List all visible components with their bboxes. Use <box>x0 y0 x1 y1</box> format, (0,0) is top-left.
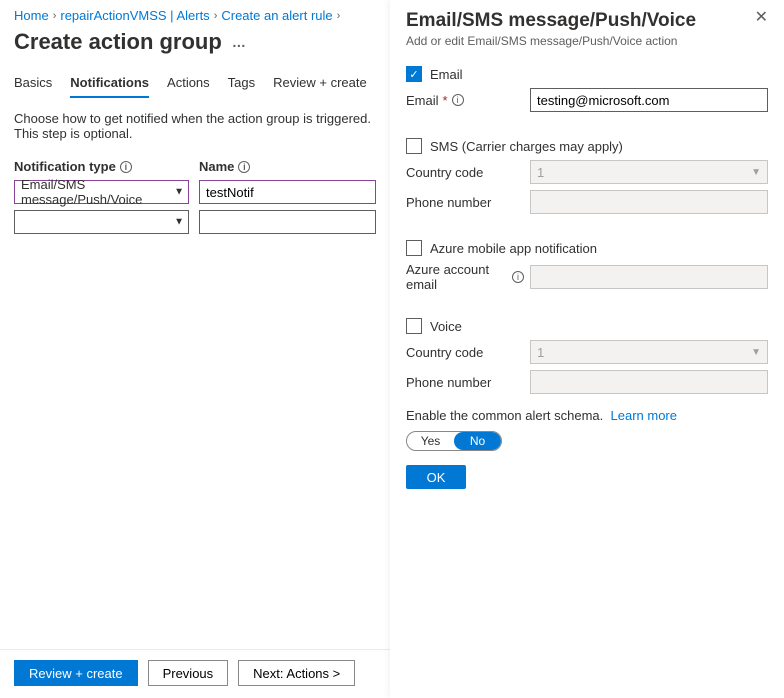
chevron-right-icon: › <box>214 10 218 22</box>
column-header-name: Namei <box>199 159 376 174</box>
voice-phone-input[interactable] <box>530 370 768 394</box>
push-label: Azure account email i <box>406 262 524 292</box>
email-checkbox-label: Email <box>430 67 463 82</box>
panel-subtitle: Add or edit Email/SMS message/Push/Voice… <box>406 34 696 48</box>
intro-text: Choose how to get notified when the acti… <box>14 111 376 141</box>
sms-phone-input[interactable] <box>530 190 768 214</box>
breadcrumb-item-alerts[interactable]: repairActionVMSS | Alerts <box>60 8 209 23</box>
tab-tags[interactable]: Tags <box>228 69 255 98</box>
sms-checkbox[interactable] <box>406 138 422 154</box>
voice-checkbox-label: Voice <box>430 319 462 334</box>
breadcrumb-item-rule[interactable]: Create an alert rule <box>221 8 332 23</box>
close-icon[interactable]: ✕ <box>755 10 768 26</box>
tab-actions[interactable]: Actions <box>167 69 210 98</box>
sms-code-label: Country code <box>406 165 524 180</box>
schema-text: Enable the common alert schema. Learn mo… <box>406 408 768 423</box>
schema-toggle[interactable]: Yes No <box>406 431 502 451</box>
voice-phone-label: Phone number <box>406 375 524 390</box>
column-header-type: Notification typei <box>14 159 189 174</box>
voice-code-label: Country code <box>406 345 524 360</box>
chevron-down-icon: ▼ <box>751 347 761 358</box>
chevron-down-icon: ▼ <box>751 167 761 178</box>
next-button[interactable]: Next: Actions > <box>238 660 355 686</box>
breadcrumb: Home › repairActionVMSS | Alerts › Creat… <box>14 8 376 23</box>
voice-code-select[interactable]: 1 ▼ <box>530 340 768 364</box>
info-icon[interactable]: i <box>452 94 464 106</box>
sms-code-select[interactable]: 1 ▼ <box>530 160 768 184</box>
notification-name-input[interactable] <box>199 180 376 204</box>
panel-title: Email/SMS message/Push/Voice <box>406 10 696 32</box>
email-label: Email* i <box>406 93 524 108</box>
email-checkbox[interactable]: ✓ <box>406 66 422 82</box>
chevron-right-icon: › <box>53 10 57 22</box>
page-title: Create action group … <box>14 29 376 55</box>
previous-button[interactable]: Previous <box>148 660 229 686</box>
chevron-right-icon: › <box>337 10 341 22</box>
info-icon[interactable]: i <box>238 161 250 173</box>
notification-type-select[interactable]: Email/SMS message/Push/Voice ▼ <box>14 180 189 204</box>
chevron-down-icon: ▼ <box>174 217 184 228</box>
review-create-button[interactable]: Review + create <box>14 660 138 686</box>
ok-button[interactable]: OK <box>406 465 466 489</box>
tab-review[interactable]: Review + create <box>273 69 367 98</box>
sms-checkbox-label: SMS (Carrier charges may apply) <box>430 139 623 154</box>
voice-checkbox[interactable] <box>406 318 422 334</box>
tab-basics[interactable]: Basics <box>14 69 52 98</box>
toggle-yes[interactable]: Yes <box>407 432 454 450</box>
email-input[interactable] <box>530 88 768 112</box>
tab-notifications[interactable]: Notifications <box>70 69 149 98</box>
info-icon[interactable]: i <box>512 271 524 283</box>
push-email-input[interactable] <box>530 265 768 289</box>
footer-bar: Review + create Previous Next: Actions > <box>0 649 390 698</box>
sms-phone-label: Phone number <box>406 195 524 210</box>
push-checkbox[interactable] <box>406 240 422 256</box>
toggle-no[interactable]: No <box>454 432 501 450</box>
chevron-down-icon: ▼ <box>174 187 184 198</box>
info-icon[interactable]: i <box>120 161 132 173</box>
side-panel: Email/SMS message/Push/Voice Add or edit… <box>390 0 784 698</box>
breadcrumb-home[interactable]: Home <box>14 8 49 23</box>
push-checkbox-label: Azure mobile app notification <box>430 241 597 256</box>
more-icon[interactable]: … <box>232 34 247 50</box>
notification-name-input-empty[interactable] <box>199 210 376 234</box>
notification-type-select-empty[interactable]: ▼ <box>14 210 189 234</box>
tabs: Basics Notifications Actions Tags Review… <box>14 69 376 99</box>
learn-more-link[interactable]: Learn more <box>611 408 677 423</box>
